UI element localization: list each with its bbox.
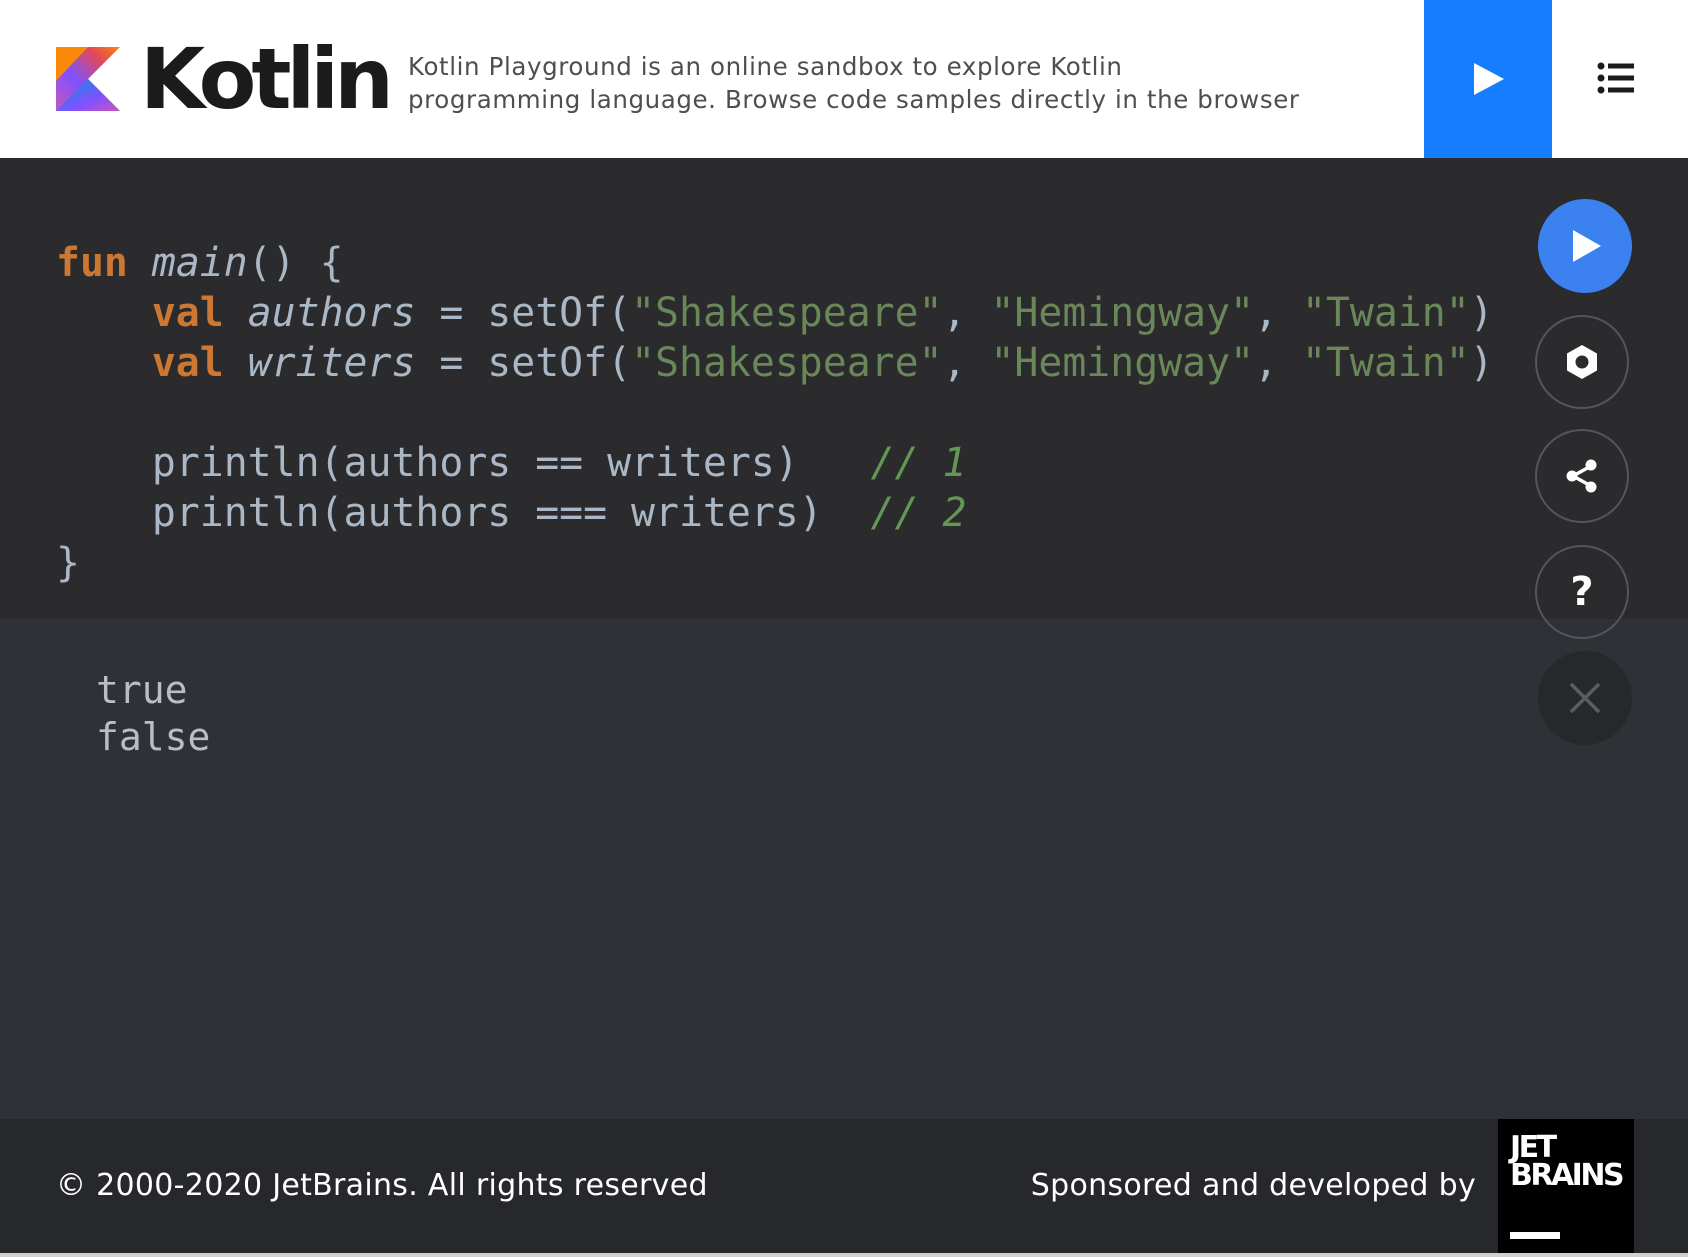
variable-name: writers	[247, 340, 416, 386]
output-line-2: false	[96, 715, 211, 759]
code-punct: )	[1469, 290, 1494, 336]
jetbrains-logo[interactable]: JET BRAINS	[1498, 1119, 1634, 1253]
code-line-1: fun main() {	[56, 238, 1494, 288]
code-line-6: println(authors === writers) // 2	[56, 488, 1494, 538]
code-line-3: val writers = setOf("Shakespeare", "Hemi…	[56, 338, 1494, 388]
hexagon-settings-icon	[1567, 345, 1597, 379]
string-literal: "Hemingway"	[990, 340, 1255, 386]
list-menu-icon	[1597, 62, 1634, 94]
copyright-text: © 2000-2020 JetBrains. All rights reserv…	[56, 1168, 708, 1203]
string-literal: "Twain"	[1301, 340, 1470, 386]
function-name: main	[151, 240, 248, 286]
code-comma: ,	[942, 340, 991, 386]
sponsor-text: Sponsored and developed by	[1030, 1168, 1476, 1203]
code-statement: println(authors == writers)	[151, 440, 871, 486]
close-button[interactable]	[1538, 651, 1632, 745]
logo-text: Kotlin	[140, 30, 394, 128]
kotlin-logo-icon	[56, 47, 120, 111]
code-punct: )	[1469, 340, 1494, 386]
code-comma: ,	[1254, 340, 1302, 386]
keyword-val: val	[151, 290, 224, 336]
string-literal: "Twain"	[1301, 290, 1470, 336]
code-punct: () {	[247, 240, 344, 286]
code-line-7: }	[56, 538, 1494, 588]
jetbrains-logo-line-2: BRAINS	[1510, 1158, 1625, 1193]
code-brace: }	[56, 540, 80, 586]
code-block[interactable]: fun main() { val authors = setOf("Shakes…	[56, 238, 1494, 588]
string-literal: "Shakespeare"	[631, 340, 943, 386]
string-literal: "Hemingway"	[990, 290, 1255, 336]
keyword-fun: fun	[56, 240, 128, 286]
question-icon: ?	[1570, 569, 1594, 615]
code-comma: ,	[942, 290, 991, 336]
settings-button[interactable]	[1535, 315, 1629, 409]
menu-button[interactable]	[1596, 58, 1636, 98]
kotlin-logo[interactable]: Kotlin	[56, 30, 394, 128]
keyword-val: val	[151, 340, 224, 386]
code-comment: // 1	[870, 440, 967, 486]
output-panel	[0, 619, 1688, 1119]
share-icon	[1566, 459, 1597, 493]
code-line-2: val authors = setOf("Shakespeare", "Hemi…	[56, 288, 1494, 338]
code-comma: ,	[1254, 290, 1302, 336]
header-run-button[interactable]	[1424, 0, 1552, 158]
jetbrains-logo-bar	[1510, 1232, 1560, 1239]
tagline-line-1: Kotlin Playground is an online sandbox t…	[408, 52, 1123, 81]
play-icon	[1474, 63, 1504, 95]
header: Kotlin Kotlin Playground is an online sa…	[0, 0, 1688, 158]
code-call: = setOf(	[415, 340, 632, 386]
help-button[interactable]: ?	[1535, 545, 1629, 639]
code-statement: println(authors === writers)	[151, 490, 871, 536]
play-icon	[1573, 230, 1601, 262]
close-icon	[1569, 682, 1601, 714]
share-button[interactable]	[1535, 429, 1629, 523]
output-line-1: true	[96, 668, 188, 712]
tagline-line-2: programming language. Browse code sample…	[408, 85, 1300, 114]
window-bottom-edge	[0, 1253, 1688, 1257]
code-line-5: println(authors == writers) // 1	[56, 438, 1494, 488]
run-button[interactable]	[1538, 199, 1632, 293]
code-comment: // 2	[870, 490, 967, 536]
code-call: = setOf(	[415, 290, 632, 336]
tagline: Kotlin Playground is an online sandbox t…	[408, 50, 1358, 116]
variable-name: authors	[247, 290, 416, 336]
string-literal: "Shakespeare"	[631, 290, 943, 336]
